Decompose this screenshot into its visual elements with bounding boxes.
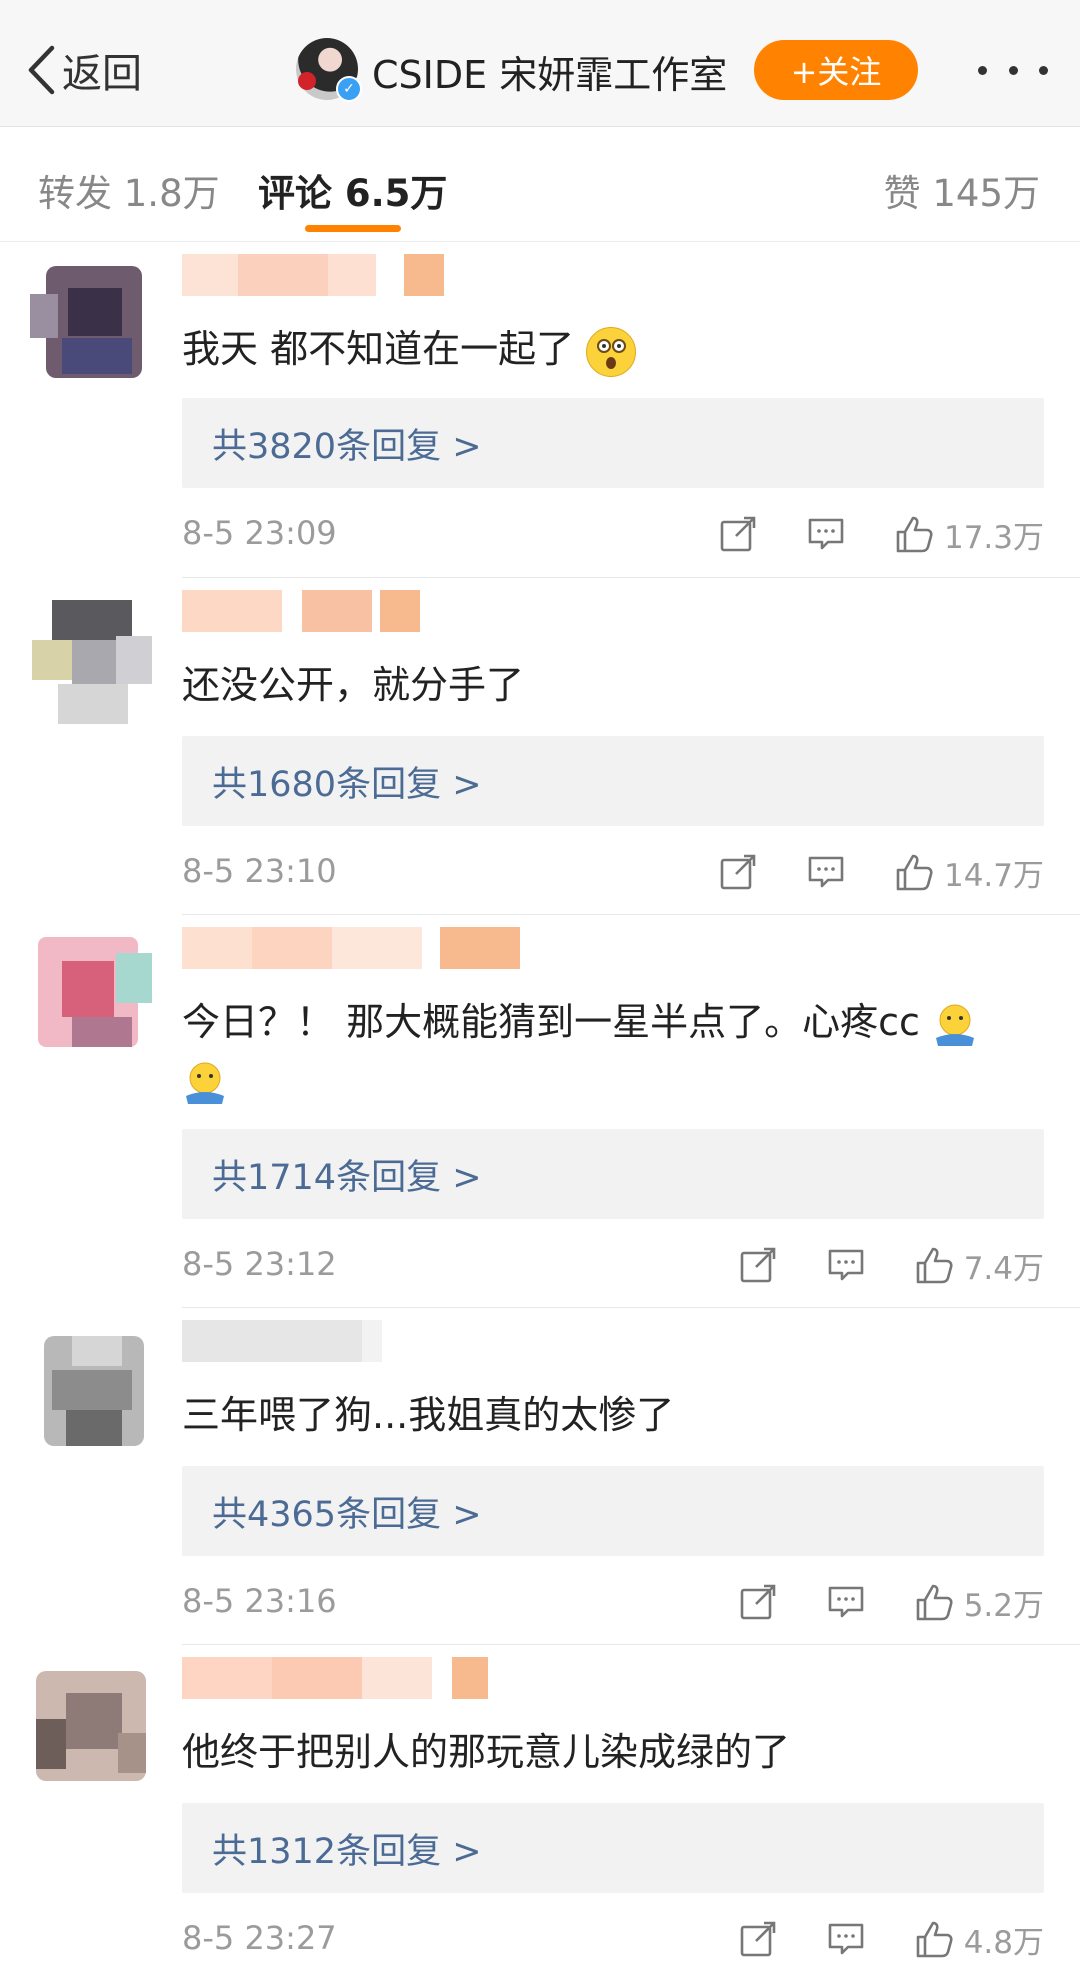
- reply-count-link[interactable]: 共1680条回复 >: [212, 756, 482, 807]
- comment-text-content: 我天 都不知道在一起了: [182, 327, 575, 371]
- comment-icon[interactable]: [806, 852, 846, 892]
- comment-meta: 8-5 23:09 17.3万: [182, 512, 1044, 556]
- username[interactable]: [182, 590, 420, 632]
- share-icon[interactable]: [738, 1245, 778, 1285]
- surprised-face-icon: [586, 326, 637, 377]
- action-bar: 7.4万: [690, 1243, 1044, 1287]
- thumbs-up-icon[interactable]: [914, 1582, 954, 1622]
- like-count: 5.2万: [963, 1587, 1044, 1624]
- comment-meta: 8-5 23:27 4.8万: [182, 1917, 1044, 1961]
- reply-count-link[interactable]: 共3820条回复 >: [212, 418, 482, 469]
- thumbs-up-icon[interactable]: [914, 1919, 954, 1959]
- avatar[interactable]: [22, 596, 158, 732]
- tab-bar: 转发 1.8万 评论 6.5万 赞 145万: [0, 127, 1080, 242]
- avatar[interactable]: [22, 260, 158, 396]
- like-count: 7.4万: [963, 1250, 1044, 1287]
- thumbs-up-icon[interactable]: [914, 1245, 954, 1285]
- comment-text: 今日？！ 那大概能猜到一星半点了。心疼cc: [182, 993, 1022, 1109]
- tab-repost[interactable]: 转发 1.8万: [38, 163, 220, 217]
- reply-count-link[interactable]: 共1714条回复 >: [212, 1149, 482, 1200]
- share-icon[interactable]: [738, 1919, 778, 1959]
- comment-meta: 8-5 23:16 5.2万: [182, 1580, 1044, 1624]
- like-count: 14.7万: [943, 857, 1044, 894]
- chevron-left-icon: [28, 45, 55, 95]
- comment-text-content: 今日？！ 那大概能猜到一星半点了。心疼cc: [182, 1000, 920, 1044]
- active-tab-indicator: [305, 225, 401, 232]
- timestamp: 8-5 23:16: [182, 1582, 337, 1620]
- verified-badge-icon: ✓: [336, 76, 362, 102]
- tab-like[interactable]: 赞 145万: [884, 163, 1040, 217]
- comment-text: 还没公开，就分手了: [182, 656, 1022, 714]
- avatar[interactable]: [22, 1326, 158, 1462]
- timestamp: 8-5 23:09: [182, 514, 337, 552]
- hug-face-icon: [182, 1060, 228, 1106]
- reply-summary[interactable]: 共1714条回复 >: [182, 1129, 1044, 1219]
- back-button[interactable]: 返回: [26, 40, 142, 100]
- timestamp: 8-5 23:27: [182, 1919, 337, 1957]
- comment-item: 今日？！ 那大概能猜到一星半点了。心疼cc 共1714条回复 > 8-5 23:…: [0, 915, 1080, 1308]
- back-label: 返回: [62, 51, 142, 97]
- thumbs-up-icon[interactable]: [894, 852, 934, 892]
- like-count: 4.8万: [963, 1924, 1044, 1961]
- thumbs-up-icon[interactable]: [894, 514, 934, 554]
- rose-graphic: [298, 72, 316, 90]
- username[interactable]: [182, 927, 520, 969]
- comment-meta: 8-5 23:10 14.7万: [182, 850, 1044, 894]
- comment-text-content: 还没公开，就分手了: [182, 663, 525, 707]
- share-icon[interactable]: [738, 1582, 778, 1622]
- follow-button[interactable]: +关注: [754, 40, 918, 100]
- timestamp: 8-5 23:10: [182, 852, 337, 890]
- action-bar: 4.8万: [690, 1917, 1044, 1961]
- more-options-icon[interactable]: [978, 50, 1048, 90]
- reply-summary[interactable]: 共4365条回复 >: [182, 1466, 1044, 1556]
- action-bar: 5.2万: [690, 1580, 1044, 1624]
- comment-item: 他终于把别人的那玩意儿染成绿的了 共1312条回复 > 8-5 23:27 4.…: [0, 1645, 1080, 1975]
- comment-icon[interactable]: [806, 514, 846, 554]
- comment-icon[interactable]: [826, 1245, 866, 1285]
- avatar[interactable]: [22, 1663, 158, 1799]
- comment-item: 三年喂了狗...我姐真的太惨了 共4365条回复 > 8-5 23:16 5.2…: [0, 1308, 1080, 1645]
- tab-comment[interactable]: 评论 6.5万: [258, 163, 447, 217]
- comment-icon[interactable]: [826, 1919, 866, 1959]
- comment-meta: 8-5 23:12 7.4万: [182, 1243, 1044, 1287]
- reply-count-link[interactable]: 共4365条回复 >: [212, 1486, 482, 1537]
- comment-text: 我天 都不知道在一起了: [182, 320, 1022, 378]
- action-bar: 14.7万: [670, 850, 1044, 894]
- reply-summary[interactable]: 共1312条回复 >: [182, 1803, 1044, 1893]
- username[interactable]: [182, 1657, 488, 1699]
- hug-face-icon: [932, 1002, 978, 1048]
- reply-summary[interactable]: 共1680条回复 >: [182, 736, 1044, 826]
- comment-item: 还没公开，就分手了 共1680条回复 > 8-5 23:10 14.7万: [0, 578, 1080, 915]
- username[interactable]: [182, 254, 444, 296]
- comment-icon[interactable]: [826, 1582, 866, 1622]
- share-icon[interactable]: [718, 852, 758, 892]
- share-icon[interactable]: [718, 514, 758, 554]
- reply-count-link[interactable]: 共1312条回复 >: [212, 1823, 482, 1874]
- username[interactable]: [182, 1320, 382, 1362]
- comment-text-content: 他终于把别人的那玩意儿染成绿的了: [182, 1730, 791, 1774]
- reply-summary[interactable]: 共3820条回复 >: [182, 398, 1044, 488]
- like-count: 17.3万: [943, 519, 1044, 556]
- timestamp: 8-5 23:12: [182, 1245, 337, 1283]
- comment-text-content: 三年喂了狗...我姐真的太惨了: [182, 1393, 675, 1437]
- account-avatar[interactable]: ✓: [296, 38, 362, 102]
- comment-item: 我天 都不知道在一起了 共3820条回复 > 8-5 23:09 17.3万: [0, 242, 1080, 578]
- comment-text: 三年喂了狗...我姐真的太惨了: [182, 1386, 1022, 1444]
- avatar[interactable]: [22, 933, 158, 1069]
- comment-text: 他终于把别人的那玩意儿染成绿的了: [182, 1723, 1022, 1781]
- top-bar: 返回 ✓ CSIDE 宋妍霏工作室 +关注: [0, 0, 1080, 127]
- action-bar: 17.3万: [670, 512, 1044, 556]
- account-title[interactable]: CSIDE 宋妍霏工作室: [372, 44, 727, 99]
